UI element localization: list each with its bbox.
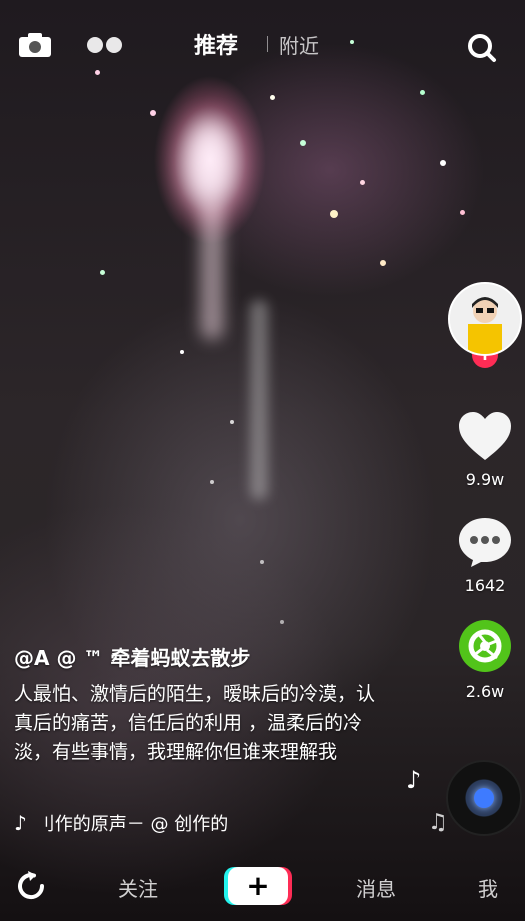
- tab-nearby[interactable]: 附近: [279, 30, 319, 59]
- author-name[interactable]: @A @ ™ 牵着蚂蚁去散步: [14, 642, 250, 671]
- bottom-nav: 关注 + 消息 我: [0, 855, 525, 921]
- top-bar: 推荐 附近: [0, 0, 525, 92]
- music-disc-icon[interactable]: [446, 760, 522, 836]
- nav-me[interactable]: 我: [478, 873, 498, 902]
- create-button[interactable]: +: [224, 867, 292, 905]
- music-note-icon: ♫: [428, 810, 448, 835]
- share-icon[interactable]: [457, 618, 513, 678]
- comment-count: 1642: [464, 576, 506, 595]
- tab-recommend[interactable]: 推荐: [194, 28, 238, 60]
- heart-icon[interactable]: [457, 410, 513, 466]
- comment-icon[interactable]: [457, 516, 513, 572]
- music-note-icon: ♪: [406, 766, 422, 794]
- video-screen[interactable]: 推荐 附近 + 9.9w: [0, 0, 525, 921]
- nav-follow[interactable]: 关注: [118, 873, 158, 902]
- nav-messages[interactable]: 消息: [356, 873, 396, 902]
- share-count: 2.6w: [465, 682, 505, 701]
- music-title: 刂作的原声－ @ 创作的: [36, 814, 229, 835]
- post-caption: 人最怕、激情后的陌生，暧昧后的冷漠，认真后的痛苦，信任后的利用 ，温柔后的冷淡，…: [14, 683, 376, 763]
- camera-icon[interactable]: [16, 30, 54, 60]
- author-avatar[interactable]: [448, 282, 522, 356]
- refresh-icon[interactable]: [14, 869, 48, 903]
- like-count: 9.9w: [465, 470, 505, 489]
- search-icon[interactable]: [464, 30, 498, 64]
- like-group: 9.9w: [457, 410, 513, 489]
- comment-group: 1642: [457, 516, 513, 595]
- avatar-group: +: [448, 282, 522, 368]
- live-dots-icon[interactable]: [84, 34, 126, 56]
- tiktok-note-icon: ♪: [14, 811, 27, 835]
- tab-divider: [267, 36, 268, 52]
- music-row[interactable]: ♪ 刂作的原声－ @ 创作的: [14, 810, 314, 836]
- share-group: 2.6w: [457, 618, 513, 701]
